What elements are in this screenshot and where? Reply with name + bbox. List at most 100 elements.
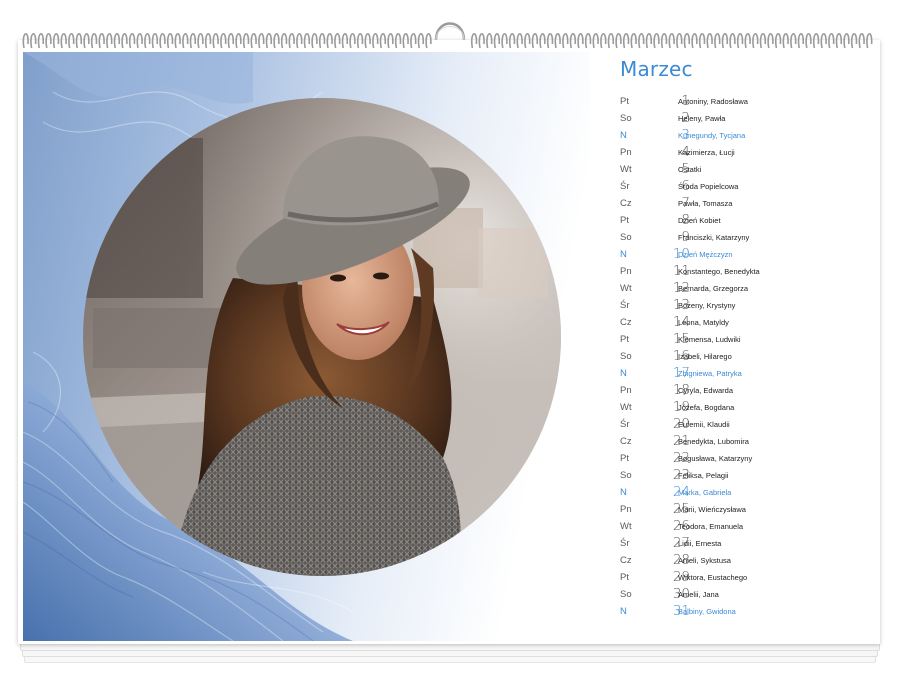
day-row: So 30 Amelii, Jana: [620, 586, 870, 603]
day-row: Wt 19 Józefa, Bogdana: [620, 399, 870, 416]
name-day-names: Marka, Gabriela: [678, 488, 732, 497]
name-day-names: Bernarda, Grzegorza: [678, 284, 749, 293]
day-row: Pn 11 Konstantego, Benedykta: [620, 263, 870, 280]
day-row: N 17 Zbigniewa, Patryka: [620, 365, 870, 382]
name-day-names: Balbiny, Gwidona: [678, 607, 736, 616]
day-row: Śr 27 Lidii, Ernesta: [620, 535, 870, 552]
day-of-week: N: [620, 606, 627, 617]
name-day-names: Konstantego, Benedykta: [678, 267, 760, 276]
day-of-week: Wt: [620, 521, 632, 532]
day-row: Cz 28 Anieli, Sykstusa: [620, 552, 870, 569]
page-edge: [24, 656, 876, 663]
day-row: Śr 13 Bożeny, Krystyny: [620, 297, 870, 314]
name-day-names: Marii, Wieńczysława: [678, 505, 746, 514]
woman-in-hat-photo: [83, 98, 561, 576]
name-day-names: Bogusława, Katarzyny: [678, 454, 753, 463]
name-day-names: Benedykta, Lubomira: [678, 437, 749, 446]
month-title: Marzec: [620, 57, 693, 81]
day-of-week: Śr: [620, 181, 630, 192]
page-edge: [20, 644, 880, 651]
day-of-week: Pt: [620, 334, 629, 345]
day-row: Pt 22 Bogusława, Katarzyny: [620, 450, 870, 467]
name-day-names: Anieli, Sykstusa: [678, 556, 731, 565]
day-row: Śr 6 Środa Popielcowa: [620, 178, 870, 195]
name-day-names: Leona, Matyldy: [678, 318, 729, 327]
photo-panel: [23, 52, 590, 641]
day-of-week: Śr: [620, 419, 630, 430]
day-row: Pt 29 Wiktora, Eustachego: [620, 569, 870, 586]
name-day-names: Antoniny, Radosława: [678, 97, 748, 106]
day-of-week: Wt: [620, 164, 632, 175]
name-day-names: Środa Popielcowa: [678, 182, 739, 191]
day-of-week: So: [620, 470, 632, 481]
day-row: N 10 Dzień Mężczyzn: [620, 246, 870, 263]
day-of-week: Pn: [620, 147, 632, 158]
day-row: Cz 7 Pawła, Tomasza: [620, 195, 870, 212]
name-day-names: Teodora, Emanuela: [678, 522, 744, 531]
day-of-week: N: [620, 130, 627, 141]
name-day-names: Dzień Mężczyzn: [678, 250, 733, 259]
day-row: Pt 1 Antoniny, Radosława: [620, 93, 870, 110]
day-of-week: N: [620, 368, 627, 379]
day-row: So 2 Heleny, Pawła: [620, 110, 870, 127]
name-day-names: Józefa, Bogdana: [678, 403, 735, 412]
day-of-week: So: [620, 351, 632, 362]
day-of-week: Pt: [620, 96, 629, 107]
day-of-week: So: [620, 113, 632, 124]
days-list: Pt 1 Antoniny, Radosława So 2 Heleny, Pawła N 3…: [620, 93, 870, 620]
day-row: Wt 5 Ostatki: [620, 161, 870, 178]
day-row: Śr 20 Eufemii, Klaudii: [620, 416, 870, 433]
day-of-week: Wt: [620, 402, 632, 413]
day-of-week: Cz: [620, 555, 632, 566]
day-of-week: Pt: [620, 215, 629, 226]
name-day-names: Wiktora, Eustachego: [678, 573, 748, 582]
day-row: So 9 Franciszki, Katarzyny: [620, 229, 870, 246]
name-day-names: Franciszki, Katarzyny: [678, 233, 750, 242]
day-row: N 31 Balbiny, Gwidona: [620, 603, 870, 620]
name-day-names: Feliksa, Pelagii: [678, 471, 729, 480]
day-of-week: Śr: [620, 300, 630, 311]
day-row: Pt 15 Klemensa, Ludwiki: [620, 331, 870, 348]
day-row: Wt 26 Teodora, Emanuela: [620, 518, 870, 535]
day-row: Pn 4 Kazimierza, Łucji: [620, 144, 870, 161]
name-day-names: Bożeny, Krystyny: [678, 301, 736, 310]
day-row: Cz 21 Benedykta, Lubomira: [620, 433, 870, 450]
name-day-names: Lidii, Ernesta: [678, 539, 722, 548]
day-of-week: Pn: [620, 385, 632, 396]
day-row: N 24 Marka, Gabriela: [620, 484, 870, 501]
name-day-names: Klemensa, Ludwiki: [678, 335, 741, 344]
page-edge: [22, 650, 878, 657]
day-of-week: Pn: [620, 266, 632, 277]
name-day-names: Ostatki: [678, 165, 702, 174]
name-day-names: Kunegundy, Tycjana: [678, 131, 746, 140]
day-of-week: Pt: [620, 453, 629, 464]
name-day-names: Izabeli, Hilarego: [678, 352, 732, 361]
day-of-week: Cz: [620, 198, 632, 209]
name-day-names: Kazimierza, Łucji: [678, 148, 735, 157]
day-row: Cz 14 Leona, Matyldy: [620, 314, 870, 331]
name-day-names: Pawła, Tomasza: [678, 199, 733, 208]
day-of-week: N: [620, 487, 627, 498]
day-of-week: Wt: [620, 283, 632, 294]
name-day-names: Eufemii, Klaudii: [678, 420, 730, 429]
name-day-names: Dzień Kobiet: [678, 216, 721, 225]
name-day-names: Cyryla, Edwarda: [678, 386, 734, 395]
day-of-week: Pt: [620, 572, 629, 583]
day-of-week: Śr: [620, 538, 630, 549]
day-row: N 3 Kunegundy, Tycjana: [620, 127, 870, 144]
day-row: So 16 Izabeli, Hilarego: [620, 348, 870, 365]
day-of-week: N: [620, 249, 627, 260]
day-of-week: Cz: [620, 436, 632, 447]
day-row: Pn 25 Marii, Wieńczysława: [620, 501, 870, 518]
day-row: Pn 18 Cyryla, Edwarda: [620, 382, 870, 399]
hanger-hook-icon: [434, 22, 466, 41]
day-row: Wt 12 Bernarda, Grzegorza: [620, 280, 870, 297]
day-row: Pt 8 Dzień Kobiet: [620, 212, 870, 229]
name-day-names: Heleny, Pawła: [678, 114, 726, 123]
day-of-week: Cz: [620, 317, 632, 328]
name-day-names: Amelii, Jana: [678, 590, 719, 599]
day-of-week: So: [620, 589, 632, 600]
calendar-mockup: Marzec Pt 1 Antoniny, Radosława So 2 Heleny, …: [0, 0, 900, 686]
day-of-week: Pn: [620, 504, 632, 515]
day-row: So 23 Feliksa, Pelagii: [620, 467, 870, 484]
